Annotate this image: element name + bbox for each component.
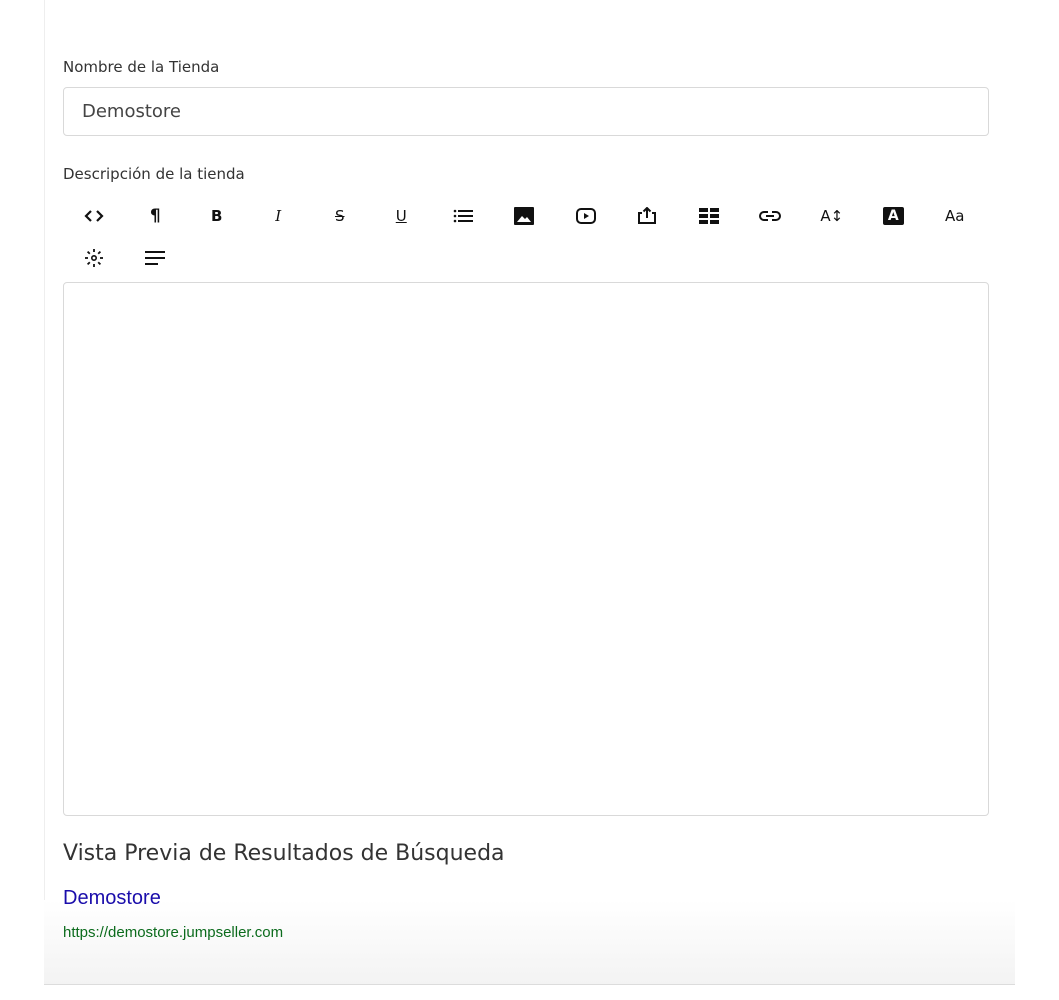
font-size-button[interactable]: A↕ [801,198,863,234]
bold-icon: B [211,207,223,225]
line-height-button[interactable] [63,240,125,276]
underline-button[interactable]: U [371,198,433,234]
search-preview-title: Vista Previa de Resultados de Búsqueda [63,841,505,866]
font-family-button[interactable]: Aa [924,198,986,234]
strikethrough-button[interactable]: S [309,198,371,234]
search-preview-link[interactable]: Demostore [63,887,161,910]
font-size-icon: A↕ [820,207,844,225]
image-icon [514,207,535,225]
font-color-button[interactable]: A [863,198,925,234]
code-view-button[interactable] [63,198,125,234]
search-preview-url: https://demostore.jumpseller.com [63,924,284,941]
bold-button[interactable]: B [186,198,248,234]
image-button[interactable] [494,198,556,234]
paragraph-button[interactable]: ¶ [125,198,187,234]
store-name-input[interactable] [63,87,989,136]
italic-icon: I [275,207,282,225]
code-view-icon [84,210,104,222]
file-upload-icon [638,207,657,224]
link-icon [759,211,782,221]
table-icon [698,208,719,224]
toolbar-row-2 [63,240,186,276]
file-upload-button[interactable] [617,198,679,234]
line-height-icon [84,249,103,267]
paragraph-icon: ¶ [149,206,161,226]
italic-button[interactable]: I [248,198,310,234]
link-button[interactable] [740,198,802,234]
font-color-icon: A [882,207,904,225]
table-button[interactable] [678,198,740,234]
list-icon [453,209,473,223]
underline-icon: U [395,207,407,225]
video-button[interactable] [555,198,617,234]
font-family-icon: Aa [945,207,965,225]
video-icon [575,208,596,224]
panel-footer-shade [44,900,1015,985]
store-description-label: Descripción de la tienda [63,165,245,183]
description-editor[interactable] [63,282,989,816]
strikethrough-icon: S [334,207,345,225]
store-name-label: Nombre de la Tienda [63,58,220,76]
list-button[interactable] [432,198,494,234]
toolbar-row-1: ¶ B I S U A↕ A Aa [63,198,986,234]
align-icon [145,251,166,265]
align-button[interactable] [125,240,187,276]
